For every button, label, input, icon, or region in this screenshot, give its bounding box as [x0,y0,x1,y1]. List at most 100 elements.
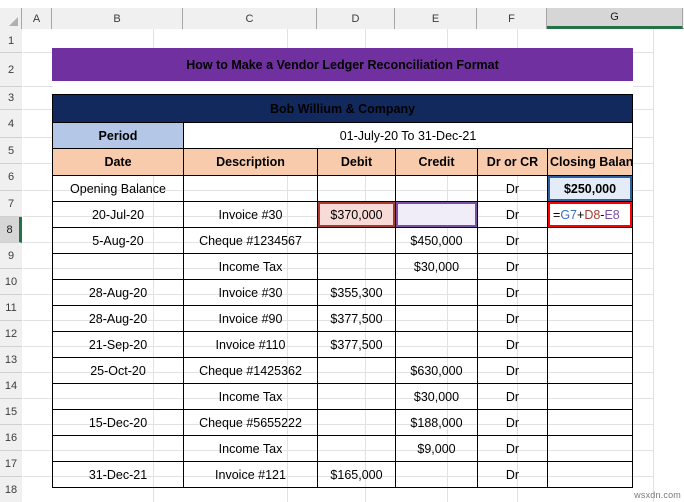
cell-closing[interactable] [546,253,634,280]
cell-closing[interactable] [546,383,634,410]
cell-drcr[interactable]: Dr [477,201,548,228]
cell-date[interactable]: 5-Aug-20 [52,227,184,254]
cell-drcr[interactable]: Dr [477,305,548,332]
cell-drcr[interactable]: Dr [477,357,548,384]
row-header-18[interactable]: 18 [0,477,22,502]
cell-drcr[interactable]: Dr [477,227,548,254]
column-header-f[interactable]: F [477,8,547,29]
cell-credit[interactable]: $450,000 [395,227,478,254]
selection-handle[interactable] [475,202,477,204]
cell-date[interactable]: 28-Aug-20 [52,305,184,332]
cell-date[interactable]: 28-Aug-20 [52,279,184,306]
formula-bar-inline[interactable]: =G7+D8-E8 [550,208,630,222]
cell-credit[interactable] [395,331,478,358]
row-header-7[interactable]: 7 [0,191,22,217]
cell-debit[interactable]: $377,500 [317,331,396,358]
select-all-corner[interactable] [0,8,22,29]
selection-handle[interactable] [630,176,632,178]
cell-description[interactable]: Income Tax [183,435,318,462]
cell-drcr[interactable]: Dr [477,461,548,488]
cell-closing[interactable] [546,357,634,384]
column-header-a[interactable]: A [22,8,52,29]
column-header-g[interactable]: G [547,8,683,29]
cell-drcr[interactable]: Dr [477,409,548,436]
cell-debit[interactable] [317,409,396,436]
selection-handle[interactable] [396,202,398,204]
cell-date[interactable]: 25-Oct-20 [52,357,184,384]
cell-closing[interactable] [546,279,634,306]
row-header-17[interactable]: 17 [0,451,22,477]
row-header-13[interactable]: 13 [0,347,22,373]
cell-credit[interactable]: $30,000 [395,383,478,410]
cell-credit[interactable] [395,305,478,332]
cell-debit[interactable]: $355,300 [317,279,396,306]
row-header-1[interactable]: 1 [0,29,22,53]
selection-handle[interactable] [318,202,320,204]
cell-credit[interactable]: $630,000 [395,357,478,384]
row-header-9[interactable]: 9 [0,243,22,269]
cell-debit[interactable] [317,227,396,254]
cell-closing[interactable] [546,305,634,332]
cell-credit-e8[interactable] [395,201,478,228]
cell-closing[interactable] [546,227,634,254]
column-header-d[interactable]: D [317,8,395,29]
cell-credit[interactable] [395,461,478,488]
cell-description[interactable]: Income Tax [183,383,318,410]
cell-description[interactable] [183,175,318,202]
cell-debit[interactable] [317,435,396,462]
cell-drcr[interactable]: Dr [477,383,548,410]
selection-handle[interactable] [318,225,320,227]
selection-handle[interactable] [396,225,398,227]
cell-drcr[interactable]: Dr [477,331,548,358]
cell-debit[interactable] [317,383,396,410]
cell-description[interactable]: Cheque #1234567 [183,227,318,254]
cell-description[interactable]: Invoice #30 [183,279,318,306]
cell-date[interactable] [52,253,184,280]
cell-closing[interactable] [546,331,634,358]
cell-debit[interactable]: $165,000 [317,461,396,488]
cell-credit[interactable]: $30,000 [395,253,478,280]
cell-credit[interactable]: $188,000 [395,409,478,436]
column-header-b[interactable]: B [52,8,183,29]
cell-description[interactable]: Invoice #30 [183,201,318,228]
cell-closing[interactable] [546,435,634,462]
cell-description[interactable]: Invoice #90 [183,305,318,332]
cell-debit[interactable]: $377,500 [317,305,396,332]
cell-date[interactable]: Opening Balance [52,175,184,202]
cell-drcr[interactable]: Dr [477,175,548,202]
row-header-8[interactable]: 8 [0,217,22,243]
row-header-3[interactable]: 3 [0,87,22,110]
row-header-6[interactable]: 6 [0,164,22,191]
column-header-c[interactable]: C [183,8,317,29]
cell-date[interactable]: 31-Dec-21 [52,461,184,488]
cell-debit[interactable] [317,175,396,202]
row-header-12[interactable]: 12 [0,321,22,347]
row-header-4[interactable]: 4 [0,110,22,138]
cell-date[interactable]: 21-Sep-20 [52,331,184,358]
row-header-15[interactable]: 15 [0,399,22,425]
cell-description[interactable]: Invoice #121 [183,461,318,488]
cell-debit[interactable] [317,253,396,280]
selection-handle[interactable] [475,225,477,227]
cell-debit[interactable] [317,357,396,384]
cell-drcr[interactable]: Dr [477,435,548,462]
cell-date[interactable] [52,435,184,462]
row-header-11[interactable]: 11 [0,295,22,321]
cell-drcr[interactable]: Dr [477,253,548,280]
row-header-5[interactable]: 5 [0,138,22,164]
cell-description[interactable]: Cheque #1425362 [183,357,318,384]
cell-debit-d8[interactable]: $370,000 [317,201,396,228]
cell-closing[interactable] [546,409,634,436]
cell-date[interactable] [52,383,184,410]
row-header-2[interactable]: 2 [0,53,22,87]
cell-date[interactable]: 15-Dec-20 [52,409,184,436]
cell-drcr[interactable]: Dr [477,279,548,306]
cell-description[interactable]: Invoice #110 [183,331,318,358]
row-header-16[interactable]: 16 [0,425,22,451]
cell-date[interactable]: 20-Jul-20 [52,201,184,228]
cell-closing-balance-g8-editing[interactable]: =G7+D8-E8 [546,201,634,228]
cell-credit[interactable] [395,175,478,202]
cell-description[interactable]: Cheque #5655222 [183,409,318,436]
cell-credit[interactable]: $9,000 [395,435,478,462]
row-header-10[interactable]: 10 [0,269,22,295]
